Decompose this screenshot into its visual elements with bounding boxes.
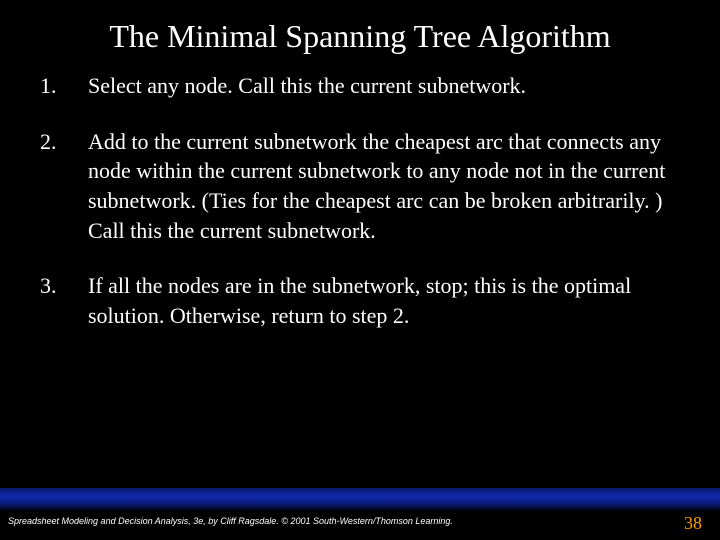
- step-text: Select any node. Call this the current s…: [88, 71, 680, 101]
- list-item: 2. Add to the current subnetwork the che…: [40, 127, 680, 246]
- step-number: 3.: [40, 271, 88, 330]
- list-item: 1. Select any node. Call this the curren…: [40, 71, 680, 101]
- footer-band: [0, 488, 720, 510]
- page-number: 38: [684, 513, 702, 534]
- step-text: If all the nodes are in the subnetwork, …: [88, 271, 680, 330]
- slide: The Minimal Spanning Tree Algorithm 1. S…: [0, 0, 720, 540]
- slide-title: The Minimal Spanning Tree Algorithm: [0, 0, 720, 65]
- step-number: 2.: [40, 127, 88, 246]
- footer-text: Spreadsheet Modeling and Decision Analys…: [8, 516, 453, 526]
- list-item: 3. If all the nodes are in the subnetwor…: [40, 271, 680, 330]
- step-number: 1.: [40, 71, 88, 101]
- slide-body: 1. Select any node. Call this the curren…: [0, 65, 720, 331]
- step-text: Add to the current subnetwork the cheape…: [88, 127, 680, 246]
